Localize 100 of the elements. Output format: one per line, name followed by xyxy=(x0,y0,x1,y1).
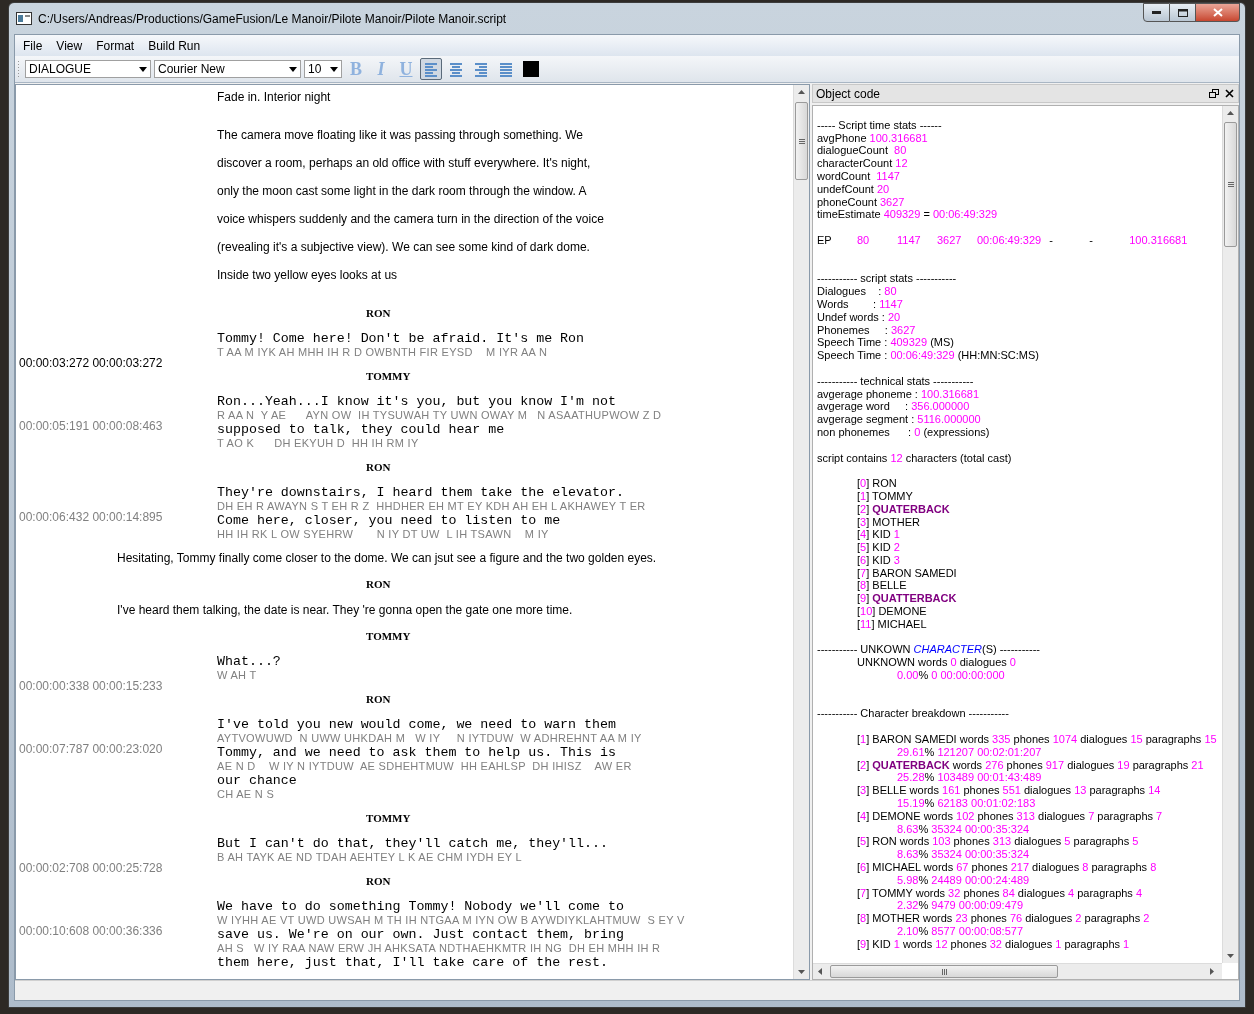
stats-line: 5.98% 24489 00:00:24:489 xyxy=(897,873,1030,887)
dialogue-line: them here, just that, I'll take care of the rest. xyxy=(217,956,609,970)
align-button[interactable] xyxy=(420,58,442,80)
stats-line: UNKNOWN words 0 dialogues 0 xyxy=(857,656,1016,670)
dock-title: Object code xyxy=(815,85,881,103)
phoneme-line: W AH T xyxy=(217,669,258,681)
phoneme-line: W IYHH AE VT UWD UWSAH M TH IH NTGAA M IYN OW B AYWDIYKLAHTMUW S EY V xyxy=(217,914,685,926)
stats-line: Phonemes : 3627 xyxy=(817,323,916,337)
menu-item[interactable]: Format xyxy=(89,36,142,55)
character-name: RON xyxy=(366,692,392,706)
timecode: 00:00:03:272 00:00:03:272 xyxy=(19,357,164,369)
stats-line: ----------- technical stats ----------- xyxy=(817,374,974,388)
stats-line: [2] QUATERBACK words 276 phones 917 dialogues 19 paragraphs 21 xyxy=(857,758,1204,772)
menu-item[interactable]: File xyxy=(16,36,50,55)
dialogue-line: Come here, closer, you need to listen to me xyxy=(217,514,562,528)
dialogue-line: They're downstairs, I heard them take the elevator. xyxy=(217,486,625,500)
character-name: TOMMY xyxy=(366,369,412,383)
scene-line: Hesitating, Tommy finally come closer to the dome. We can jsut see a figure and the two golden eyes. xyxy=(117,551,658,565)
stats-line: [4] DEMONE words 102 phones 313 dialogues 7 paragraphs 7 xyxy=(857,809,1163,823)
timecode: 00:00:00:338 00:00:15:233 xyxy=(19,680,164,692)
stats-line: [1] TOMMY xyxy=(857,489,913,503)
timecode: 00:00:05:191 00:00:08:463 xyxy=(19,420,164,432)
scrollbar-thumb[interactable] xyxy=(1224,122,1237,247)
stats-line: ----------- script stats ----------- xyxy=(817,272,957,286)
stats-line: [5] RON words 103 phones 313 dialogues 5 paragraphs 5 xyxy=(857,835,1139,849)
character-name: RON xyxy=(366,874,392,888)
menu-item[interactable]: View xyxy=(49,36,90,55)
stats-line: avgPhone 100.316681 xyxy=(817,131,928,145)
minimize-icon xyxy=(1152,11,1161,14)
phoneme-line: R AA N Y AE AYN OW IH TYSUWAH TY UWN OWAY M N ASAATHUPWOW Z D xyxy=(217,409,662,421)
action-line: (revealing it's a subjective view). We can see some kind of dark dome. xyxy=(217,240,591,254)
timecode: 00:00:06:432 00:00:14:895 xyxy=(19,511,164,523)
maximize-button[interactable] xyxy=(1170,3,1196,22)
dialogue-line: supposed to talk, they could hear me xyxy=(217,423,506,437)
caret-icon xyxy=(289,66,297,72)
stats-line: [6] KID 3 xyxy=(857,553,900,567)
stats-line: [5] KID 2 xyxy=(857,541,900,554)
size-dropdown[interactable]: 10 xyxy=(304,60,342,78)
grip-icon xyxy=(1227,182,1234,187)
stats-line: phoneCount 3627 xyxy=(817,195,905,209)
align-icon xyxy=(423,61,439,77)
stats-line: ----------- UNKOWN CHARACTER(S) ----------- xyxy=(817,643,1040,657)
vertical-scrollbar[interactable] xyxy=(1222,106,1238,963)
action-line: voice whispers suddenly and the camera turn in the direction of the voice xyxy=(217,212,605,226)
scrollbar-thumb[interactable] xyxy=(830,965,1058,978)
vertical-scrollbar[interactable] xyxy=(793,85,809,979)
up-arrow-icon xyxy=(798,90,805,94)
right-arrow-icon xyxy=(1210,968,1214,975)
minimize-button[interactable] xyxy=(1143,3,1170,22)
stats-line: 15.19% 62183 00:01:02:183 xyxy=(897,797,1036,810)
dialogue-line: We have to do something Tommy! Nobody we'll come to xyxy=(217,900,625,914)
maximize-icon xyxy=(1177,8,1188,17)
stats-line: [2] QUATERBACK xyxy=(857,502,950,516)
up-arrow-icon xyxy=(1227,111,1234,115)
dialogue-line: What...? xyxy=(217,655,281,669)
close-button[interactable] xyxy=(1196,3,1240,22)
stats-line: Speech Time : 00:06:49:329 (HH:MN:SC:MS) xyxy=(817,349,1039,362)
action-line: Inside two yellow eyes looks at us xyxy=(217,268,399,282)
phoneme-line: DH EH R AWAYN S T EH R Z HHDHER EH MT EY KDH AH EH L AKHAWEY T ER xyxy=(217,500,646,512)
character-name: TOMMY xyxy=(366,811,412,825)
phoneme-line: AYTVOWUWD N UWW UHKDAH M W IY N IYTDUW W ADHREHNT AA M IY xyxy=(217,732,642,744)
menu-item[interactable]: Build Run xyxy=(141,36,208,55)
stats-line: [9] QUATTERBACK xyxy=(857,592,957,606)
style-dropdown[interactable]: DIALOGUE xyxy=(25,60,151,78)
stats-line: [1] BARON SAMEDI words 335 phones 1074 dialogues 15 paragraphs 15 xyxy=(857,733,1217,746)
script-editor[interactable] xyxy=(15,84,810,980)
stats-line: Words : 1147 xyxy=(817,297,903,311)
caret-icon xyxy=(330,66,338,72)
scrollbar-thumb[interactable] xyxy=(795,102,808,180)
grip-icon xyxy=(798,138,805,144)
dialogue-line: Tommy, and we need to ask them to help us. This is xyxy=(217,746,617,760)
stats-line: timeEstimate 409329 = 00:06:49:329 xyxy=(817,208,998,222)
timecode: 00:00:02:708 00:00:25:728 xyxy=(19,862,164,874)
character-name: TOMMY xyxy=(366,629,412,643)
dialogue-line: But I can't do that, they'll catch me, they'll... xyxy=(217,837,608,851)
phoneme-line: AH S W IY RAA NAW ERW JH AHKSATA NDTHAEHKMTR IH NG DH EH MHH IH R xyxy=(217,942,662,954)
text-color-swatch[interactable] xyxy=(523,61,539,77)
stats-line: 25.28% 103489 00:01:43:489 xyxy=(897,771,1042,785)
dialogue-line: our chance xyxy=(217,774,298,788)
stats-line: dialogueCount 80 xyxy=(817,144,907,158)
stats-line: [6] MICHAEL words 67 phones 217 dialogues 8 paragraphs 8 xyxy=(857,861,1157,874)
stats-line: non phonemes : 0 (expressions) xyxy=(817,425,990,439)
stats-line: [7] TOMMY words 32 phones 84 dialogues 4 paragraphs 4 xyxy=(857,886,1143,900)
close-icon xyxy=(1212,8,1223,17)
dialogue-line: Ron...Yeah...I know it's you, but you know I'm not xyxy=(217,395,617,409)
stats-line: 8.63% 35324 00:00:35:324 xyxy=(897,848,1030,861)
font-dropdown[interactable]: Courier New xyxy=(154,60,301,78)
scene-line: I've heard them talking, the date is near. They 're gonna open the gate one more time. xyxy=(117,603,574,617)
down-arrow-icon xyxy=(1227,954,1234,958)
close-icon[interactable] xyxy=(1225,89,1234,98)
horizontal-scrollbar[interactable] xyxy=(813,963,1222,979)
phoneme-line: CH AE N S xyxy=(217,788,276,800)
phoneme-line: T AO K DH EKYUH D HH IH RM IY xyxy=(217,437,420,449)
float-icon[interactable] xyxy=(1209,89,1219,98)
stats-line: ----- Script time stats ------ xyxy=(817,118,942,132)
stats-line: avgerage phoneme : 100.316681 xyxy=(817,387,980,401)
action-line: discover a room, perhaps an old office with stuff everywhere. It's night, xyxy=(217,156,592,170)
stats-line: characterCount 12 xyxy=(817,157,908,170)
stats-line: [4] KID 1 xyxy=(857,528,900,542)
character-name: RON xyxy=(366,306,392,320)
